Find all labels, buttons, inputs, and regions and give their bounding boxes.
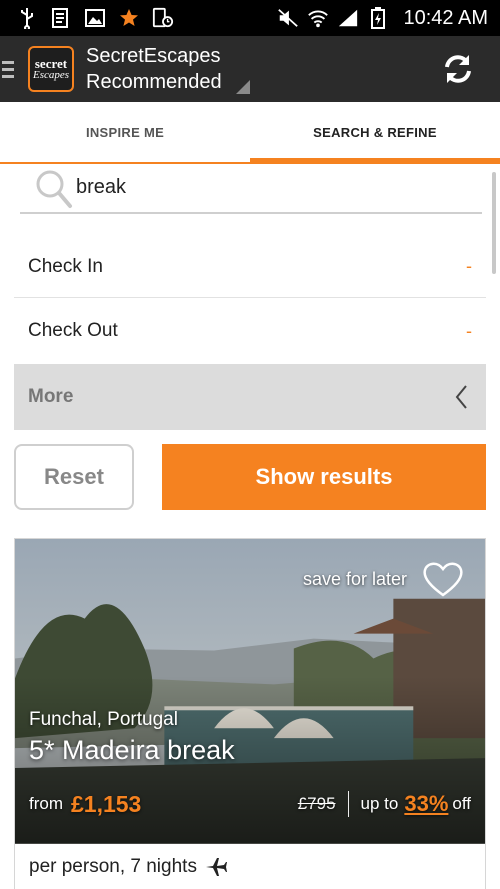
wifi-icon [307, 7, 329, 29]
signal-icon [337, 7, 359, 29]
sim-icon [50, 7, 72, 29]
price-separator [347, 791, 349, 817]
search-icon [36, 170, 72, 208]
save-for-later-label[interactable]: save for later [303, 569, 407, 590]
price-row: from £1,153 £795 up to 33% off [29, 787, 471, 821]
deal-title: 5* Madeira break [29, 735, 235, 765]
search-value: break [76, 176, 127, 198]
subtitle-text: Recommended [86, 71, 222, 93]
plane-icon [205, 857, 227, 876]
reset-button[interactable]: Reset [14, 444, 134, 510]
show-results-button[interactable]: Show results [162, 444, 486, 510]
more-label: More [28, 386, 74, 407]
image-icon [84, 7, 106, 29]
action-bar: secret Escapes SecretEscapes Recommended [0, 36, 500, 102]
menu-icon[interactable] [2, 60, 18, 78]
app-title: SecretEscapes [86, 45, 221, 67]
search-input[interactable]: break [20, 166, 482, 214]
old-price: £795 [297, 794, 336, 813]
deal-location: Funchal, Portugal [29, 709, 178, 730]
star-icon [118, 7, 140, 29]
title-spinner[interactable]: SecretEscapes Recommended [86, 43, 250, 95]
from-label: from [29, 794, 63, 813]
status-time: 10:42 AM [403, 6, 488, 29]
tab-inspire-me[interactable]: INSPIRE ME [0, 102, 250, 162]
refresh-button[interactable] [438, 49, 478, 89]
check-out-row[interactable]: Check Out - [14, 300, 486, 362]
heart-icon[interactable] [421, 559, 465, 599]
battery-icon [367, 7, 389, 29]
deal-footer[interactable]: per person, 7 nights [14, 844, 486, 889]
deal-price: £1,153 [71, 790, 142, 817]
up-to-label: up to [360, 794, 399, 813]
usb-icon [16, 7, 38, 29]
deal-duration: per person, 7 nights [29, 855, 197, 877]
app-logo[interactable]: secret Escapes [28, 46, 74, 92]
mute-icon [277, 7, 299, 29]
check-in-row[interactable]: Check In - [14, 236, 486, 298]
discount-percent: 33% [404, 791, 449, 816]
chevron-left-icon [455, 385, 467, 409]
check-in-label: Check In [28, 255, 103, 277]
check-out-value: - [466, 320, 472, 341]
more-row[interactable]: More [14, 364, 486, 430]
deal-card[interactable]: save for later Funchal, Portugal 5* Made… [14, 538, 486, 844]
refresh-icon [445, 55, 471, 83]
tab-bar: INSPIRE ME SEARCH & REFINE [0, 102, 500, 164]
tab-search-refine[interactable]: SEARCH & REFINE [250, 102, 500, 164]
status-bar: 10:42 AM [0, 0, 500, 36]
check-in-value: - [466, 256, 472, 276]
check-out-label: Check Out [28, 320, 118, 341]
scrollbar[interactable] [492, 172, 496, 274]
logo-line2: Escapes [32, 69, 70, 81]
app-subtitle: Recommended [86, 69, 250, 95]
phone-clock-icon [152, 7, 174, 29]
dropdown-indicator-icon [235, 80, 250, 94]
off-label: off [452, 794, 471, 813]
